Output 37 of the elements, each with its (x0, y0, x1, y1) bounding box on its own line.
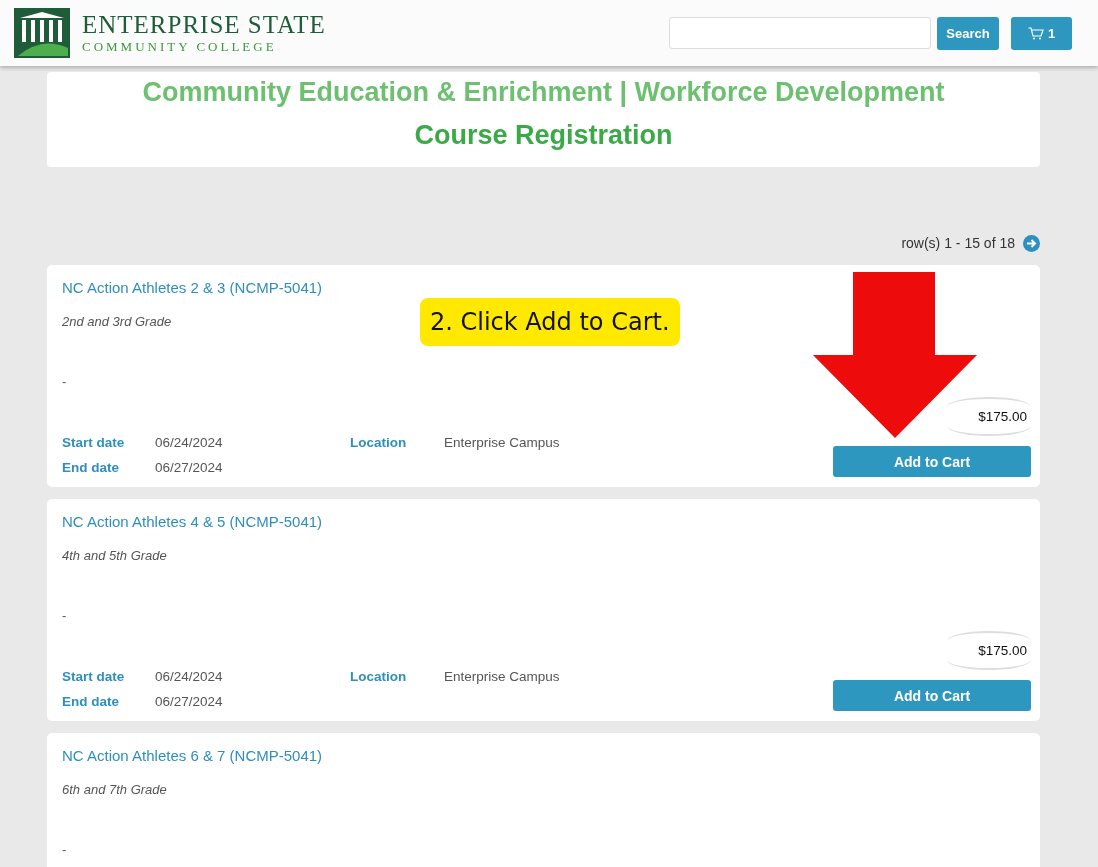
location: Enterprise Campus (444, 669, 561, 684)
course-price: $175.00 (947, 631, 1031, 670)
building-logo-icon (14, 8, 70, 58)
row-count: row(s) 1 - 15 of 18 (901, 235, 1015, 251)
search-button[interactable]: Search (937, 16, 999, 50)
cart-button[interactable]: 1 (1011, 16, 1072, 50)
instruction-callout: 2. Click Add to Cart. (420, 298, 680, 346)
location-label: Location (350, 669, 408, 684)
location-label: Location (350, 435, 408, 450)
end-date: 06/27/2024 (155, 694, 224, 709)
course-grade: 6th and 7th Grade (62, 782, 167, 797)
page-title: Course Registration (414, 120, 673, 151)
college-subtitle: COMMUNITY COLLEGE (82, 39, 278, 55)
department-heading: Community Education & Enrichment | Workforce Development (142, 77, 945, 108)
search-field[interactable] (669, 17, 931, 49)
course-title-link[interactable]: NC Action Athletes 6 & 7 (NCMP-5041) (62, 747, 323, 764)
college-name: ENTERPRISE STATE (82, 11, 326, 39)
next-page-icon[interactable] (1023, 234, 1040, 252)
end-date-label: End date (62, 694, 120, 709)
start-date-label: Start date (62, 669, 126, 684)
cart-icon (1027, 26, 1044, 40)
end-date: 06/27/2024 (155, 460, 224, 475)
course-description: - (62, 374, 67, 389)
course-title-link[interactable]: NC Action Athletes 2 & 3 (NCMP-5041) (62, 279, 323, 296)
course-description: - (62, 608, 67, 623)
add-to-cart-button[interactable]: Add to Cart (833, 680, 1031, 711)
end-date-label: End date (62, 460, 120, 475)
start-date: 06/24/2024 (155, 669, 224, 684)
add-to-cart-button[interactable]: Add to Cart (833, 446, 1031, 477)
course-description: - (62, 842, 67, 857)
course-price: $175.00 (947, 397, 1031, 436)
start-date-label: Start date (62, 435, 126, 450)
course-grade: 4th and 5th Grade (62, 548, 167, 563)
start-date: 06/24/2024 (155, 435, 224, 450)
course-title-link[interactable]: NC Action Athletes 4 & 5 (NCMP-5041) (62, 513, 323, 530)
course-grade: 2nd and 3rd Grade (62, 314, 172, 329)
location: Enterprise Campus (444, 435, 561, 450)
